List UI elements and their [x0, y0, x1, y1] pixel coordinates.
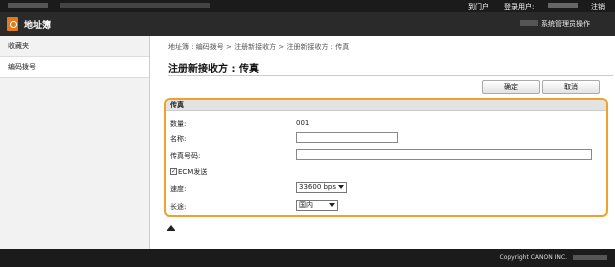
logout-link[interactable]: 注销 — [591, 2, 605, 12]
distance-select[interactable]: 国内 — [296, 200, 338, 211]
back-to-top-icon[interactable] — [167, 225, 175, 231]
ecm-checkbox[interactable]: ✓ — [170, 168, 177, 175]
breadcrumb: 地址簿 : 编码拨号 > 注册新接收方 > 注册新接收方 : 传真 — [168, 43, 350, 51]
main-content: 地址簿 : 编码拨号 > 注册新接收方 > 注册新接收方 : 传真 注册新接收方… — [151, 36, 615, 256]
speed-select[interactable]: 33600 bps — [296, 182, 347, 193]
number-label: 数量: — [170, 120, 187, 128]
speed-label: 速度: — [170, 185, 187, 193]
fax-number-input[interactable] — [296, 149, 592, 160]
cancel-button[interactable]: 取消 — [542, 80, 600, 94]
ok-button[interactable]: 确定 — [482, 80, 540, 94]
name-input[interactable] — [296, 132, 398, 143]
divider — [168, 75, 613, 76]
number-value: 001 — [296, 119, 310, 127]
page-title: 注册新接收方 : 传真 — [168, 64, 259, 75]
chevron-down-icon — [338, 185, 344, 189]
to-system-manager-link[interactable]: 系统管理员操作 — [541, 19, 590, 29]
redacted-text — [520, 20, 538, 26]
top-bar: 到门户 登录用户: 注销 — [0, 0, 615, 12]
fax-settings-panel: 传真 数量: 001 名称: 传真号码: ✓ ECM发送 速度: 33600 b… — [164, 98, 608, 217]
chevron-down-icon — [329, 203, 335, 207]
sidebar-item-coded-dial[interactable]: 编码拨号 — [0, 57, 149, 78]
speed-select-value: 33600 bps — [299, 183, 337, 191]
redacted-text — [8, 3, 48, 8]
ecm-label: ECM发送 — [178, 168, 208, 176]
distance-label: 长途: — [170, 203, 187, 211]
distance-select-value: 国内 — [299, 201, 313, 209]
redacted-text — [60, 3, 210, 8]
sidebar: 收藏夹 编码拨号 — [0, 36, 150, 256]
redacted-text — [573, 255, 607, 260]
login-user-label: 登录用户: — [504, 3, 535, 11]
footer: Copyright CANON INC. — [0, 249, 615, 267]
app-title: 地址簿 — [24, 21, 52, 31]
name-label: 名称: — [170, 135, 187, 143]
address-book-icon — [7, 17, 18, 31]
app-header: 地址簿 系统管理员操作 — [0, 12, 615, 36]
sidebar-item-favorites[interactable]: 收藏夹 — [0, 36, 149, 57]
fax-number-label: 传真号码: — [170, 152, 201, 160]
copyright-text: Copyright CANON INC. — [499, 254, 567, 261]
to-portal-link[interactable]: 到门户 — [468, 2, 489, 12]
section-heading: 传真 — [166, 100, 606, 111]
redacted-username — [548, 3, 578, 8]
